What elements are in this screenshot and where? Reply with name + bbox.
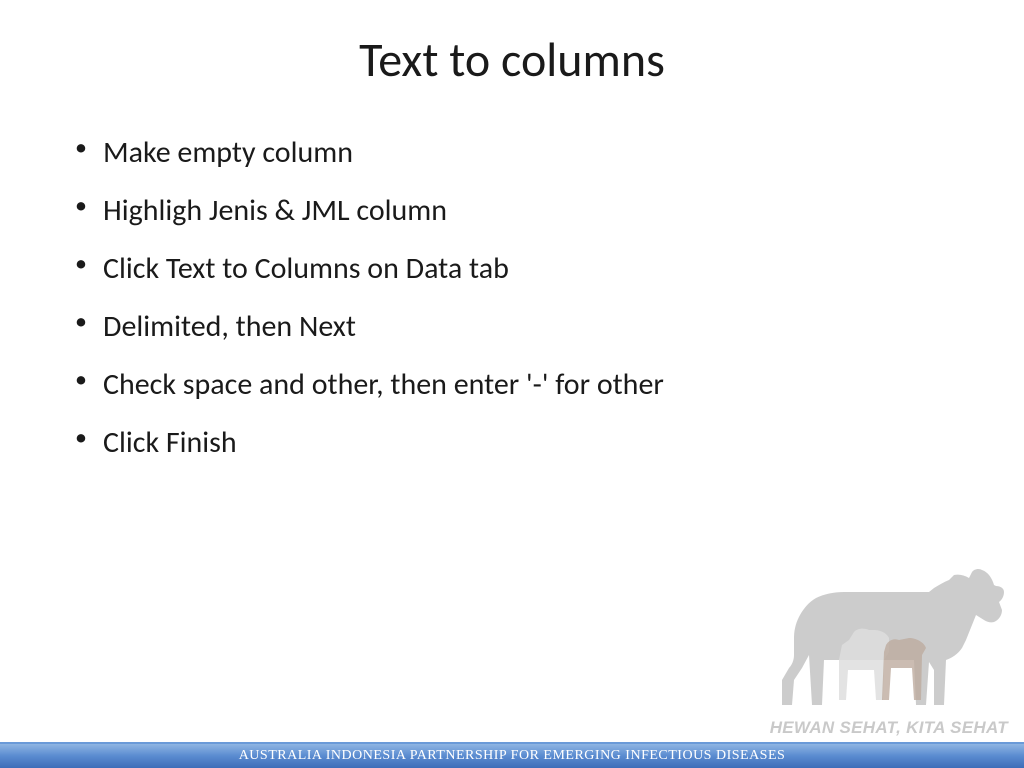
bullet-item: Check space and other, then enter '-' fo… [75, 361, 984, 409]
logo-tagline: HEWAN SEHAT, KITA SEHAT [770, 718, 1008, 738]
footer-bar: AUSTRALIA INDONESIA PARTNERSHIP FOR EMER… [0, 742, 1024, 768]
slide-title: Text to columns [0, 0, 1024, 129]
bullet-item: Make empty column [75, 129, 984, 177]
cow-icon [734, 560, 1014, 715]
bullet-item: Highligh Jenis & JML column [75, 187, 984, 235]
logo-area: HEWAN SEHAT, KITA SEHAT [734, 560, 1014, 740]
bullet-item: Delimited, then Next [75, 303, 984, 351]
bullet-item: Click Finish [75, 419, 984, 467]
slide-content: Make empty column Highligh Jenis & JML c… [0, 129, 1024, 467]
bullet-item: Click Text to Columns on Data tab [75, 245, 984, 293]
footer-text: AUSTRALIA INDONESIA PARTNERSHIP FOR EMER… [239, 748, 786, 764]
bullet-list: Make empty column Highligh Jenis & JML c… [75, 129, 984, 467]
